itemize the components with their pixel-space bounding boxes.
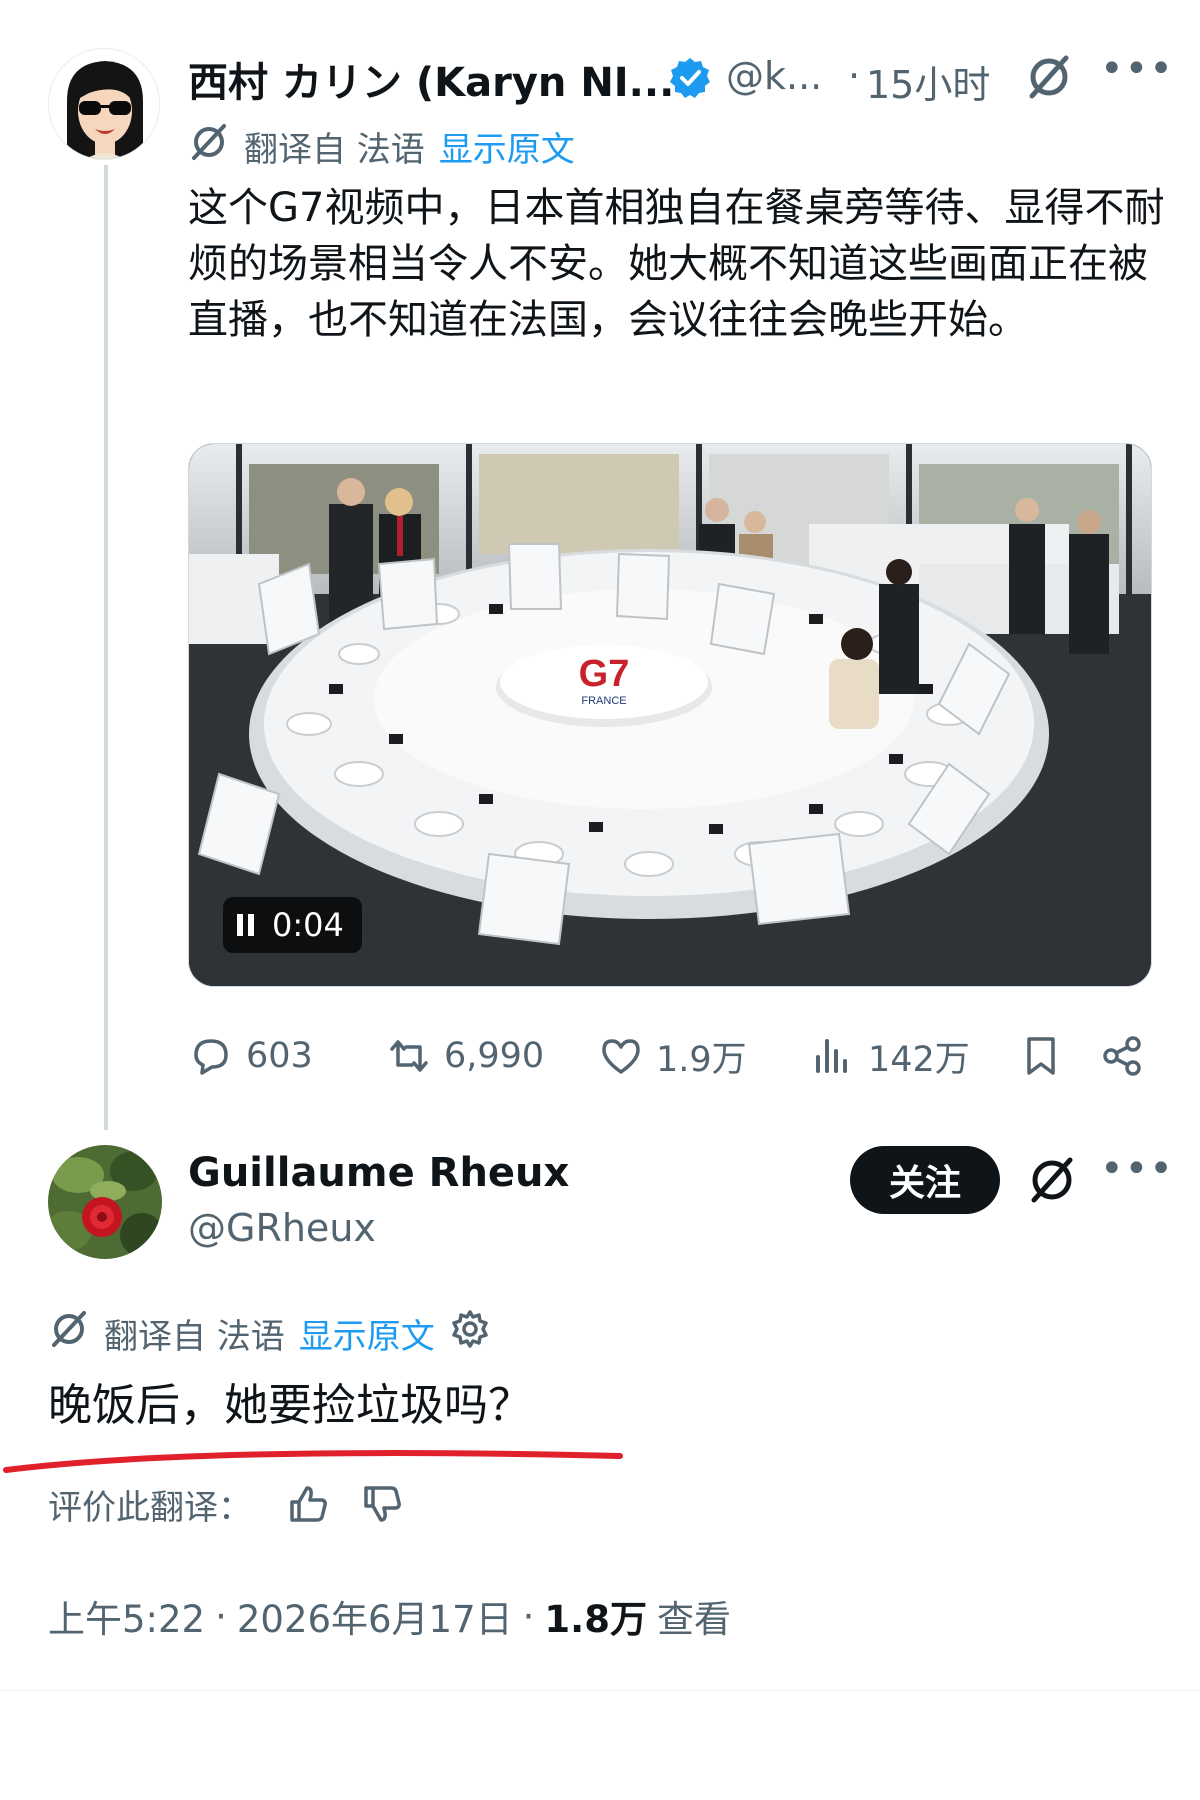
like-icon — [602, 1039, 640, 1074]
thumbs-up-icon[interactable] — [286, 1482, 330, 1526]
reply-translation-label: 翻译自 法语 — [104, 1316, 285, 1357]
reply-author-handle[interactable]: @GRheux — [188, 1206, 376, 1250]
translate-icon — [48, 1308, 90, 1359]
reply-button[interactable]: 603 — [188, 1028, 313, 1084]
retweet-count: 6,990 — [444, 1036, 545, 1076]
author-handle[interactable]: @k... — [726, 54, 822, 98]
gear-icon[interactable] — [449, 1308, 491, 1359]
reply-meta: 上午5:22 · 2026年6月17日 · 1.8万 查看 — [48, 1588, 731, 1644]
avatar[interactable] — [48, 48, 160, 160]
retweet-icon — [390, 1040, 428, 1072]
reply-avatar[interactable] — [48, 1145, 162, 1259]
separator-dot: · — [215, 1594, 227, 1638]
like-count: 1.9万 — [656, 1039, 747, 1080]
video-timestamp[interactable]: 0:04 — [223, 897, 362, 953]
translation-label: 翻译自 法语 — [244, 129, 425, 170]
post-time[interactable]: 上午5:22 — [48, 1589, 205, 1643]
reply-translation-info: 翻译自 法语 显示原文 — [48, 1308, 491, 1358]
reply-author-name[interactable]: Guillaume Rheux — [188, 1150, 569, 1196]
grok-icon[interactable] — [1024, 52, 1074, 102]
divider — [0, 1690, 1200, 1691]
bookmark-icon — [1027, 1037, 1055, 1075]
retweet-button[interactable]: 6,990 — [386, 1028, 544, 1084]
views-button[interactable]: 142万 — [810, 1028, 970, 1084]
thumbs-down-icon[interactable] — [360, 1482, 404, 1526]
author-name[interactable]: 西村 カリン (Karyn NI... — [188, 50, 674, 108]
verified-badge-icon — [668, 56, 712, 100]
thread-connector-line — [104, 165, 108, 1130]
translate-icon — [188, 121, 230, 172]
share-icon — [1103, 1036, 1141, 1076]
reply-icon — [194, 1039, 228, 1075]
rate-translation-label: 评价此翻译： — [48, 1487, 252, 1528]
follow-button[interactable]: 关注 — [850, 1146, 1000, 1214]
show-original-link[interactable]: 显示原文 — [439, 122, 575, 171]
more-icon[interactable]: ••• — [1100, 1146, 1174, 1192]
reply-show-original-link[interactable]: 显示原文 — [299, 1309, 435, 1358]
like-button[interactable]: 1.9万 — [598, 1028, 747, 1084]
translation-info: 翻译自 法语 显示原文 — [188, 122, 575, 170]
g7-logo: G7 — [579, 653, 630, 695]
post-views-count: 1.8万 — [544, 1598, 647, 1641]
pause-icon[interactable] — [237, 914, 254, 936]
share-button[interactable] — [1100, 1028, 1146, 1084]
bookmark-button[interactable] — [1018, 1028, 1064, 1084]
views-icon — [816, 1039, 847, 1073]
reply-count: 603 — [246, 1036, 313, 1076]
video-time-label: 0:04 — [272, 906, 344, 944]
tweet-text: 这个G7视频中，日本首相独自在餐桌旁等待、显得不耐烦的场景相当令人不安。她大概不… — [188, 185, 1165, 343]
views-count: 142万 — [868, 1039, 970, 1080]
separator-dot: · — [848, 54, 861, 98]
post-views-label: 查看 — [656, 1598, 731, 1641]
g7-logo-subtext: FRANCE — [581, 695, 626, 707]
post-date[interactable]: 2026年6月17日 — [237, 1589, 513, 1643]
grok-icon[interactable] — [1026, 1154, 1078, 1206]
tweet-time[interactable]: 15小时 — [866, 54, 990, 109]
rate-translation-row: 评价此翻译： — [48, 1476, 404, 1532]
tweet-action-bar: 603 6,990 1.9万 142万 — [188, 1028, 1156, 1084]
reply-text: 晚饭后，她要捡垃圾吗？ — [48, 1380, 532, 1431]
separator-dot: · — [522, 1594, 535, 1638]
more-icon[interactable]: ••• — [1100, 46, 1174, 92]
